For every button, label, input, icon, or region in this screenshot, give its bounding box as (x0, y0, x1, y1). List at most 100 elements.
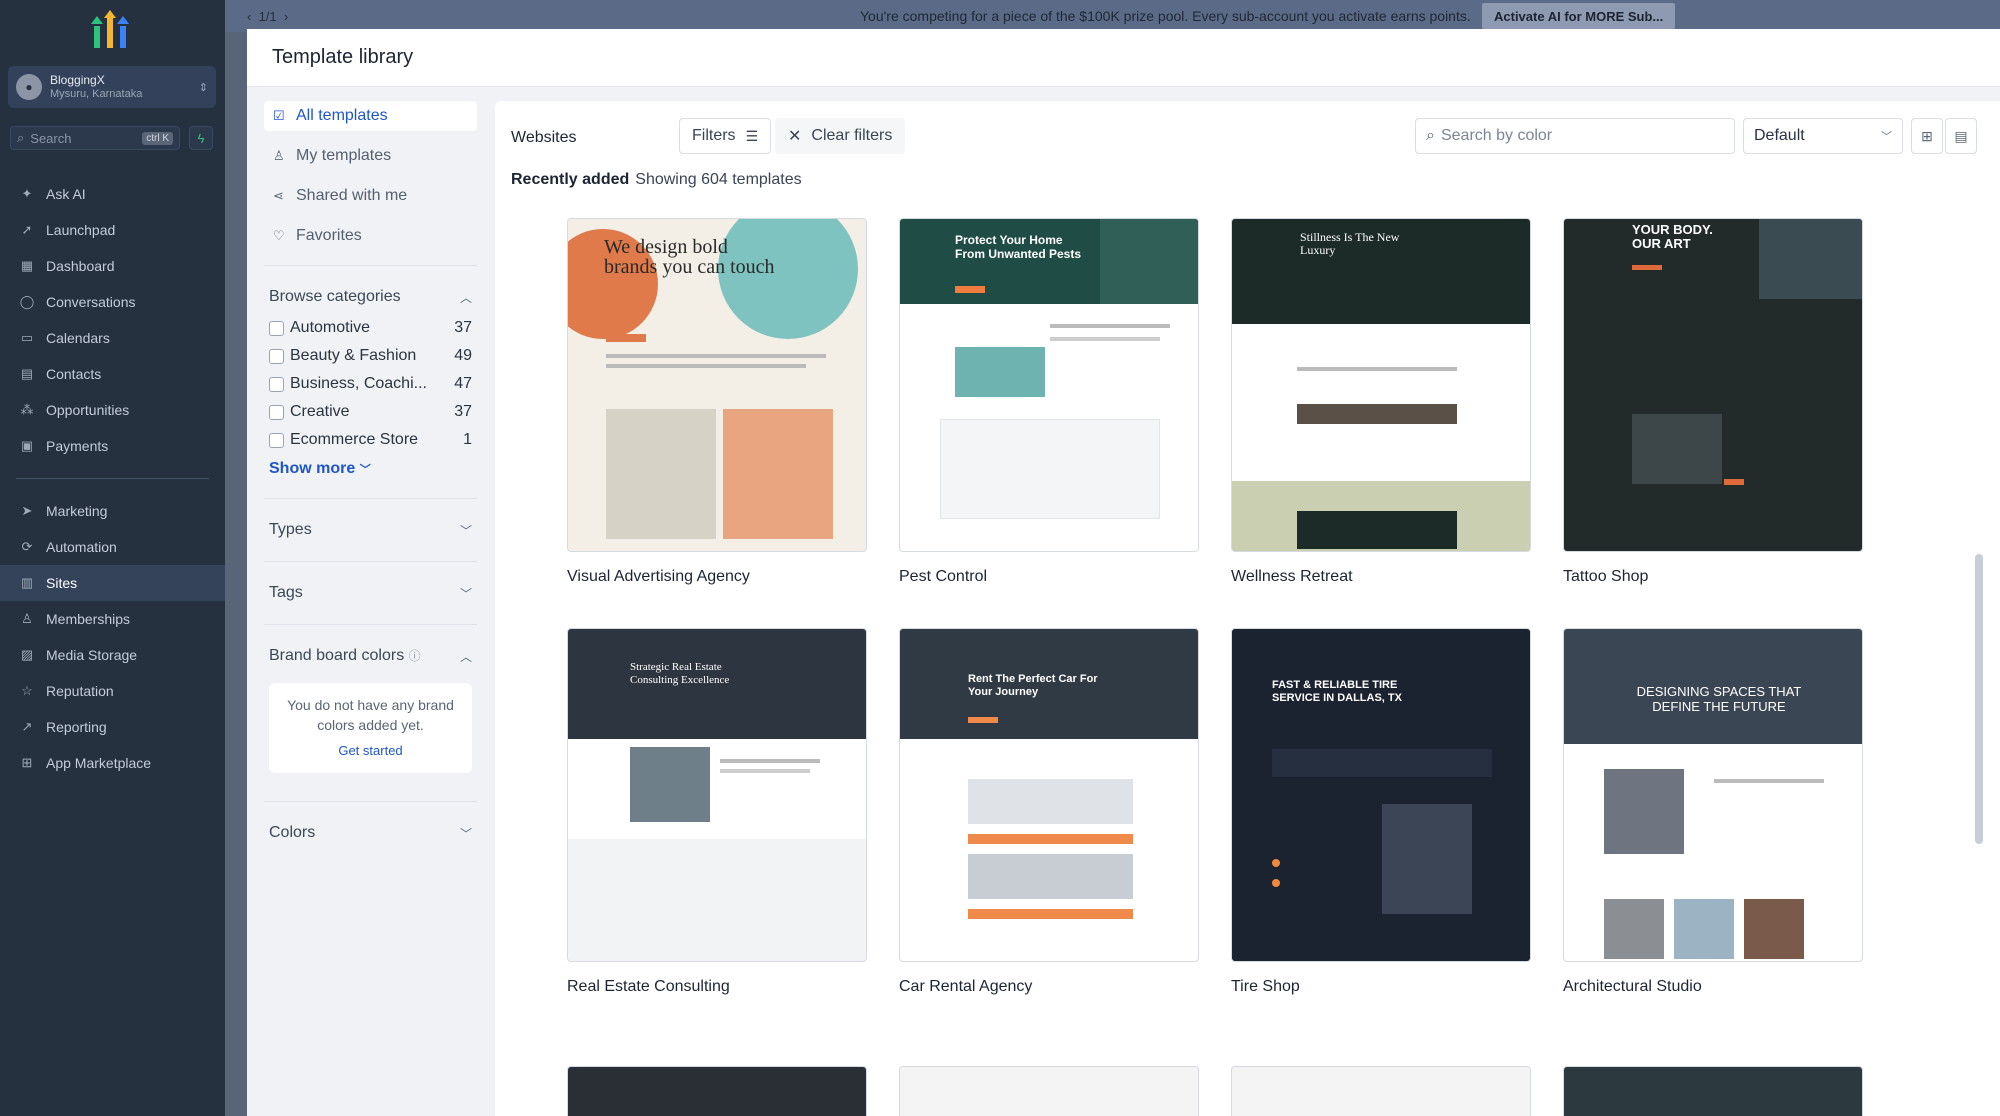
template-thumbnail[interactable]: Stillness Is The New Luxury (1231, 218, 1531, 552)
grid-view-button[interactable]: ⊞ (1911, 118, 1943, 154)
divider (264, 624, 477, 625)
account-switcher[interactable]: ● BloggingX Mysuru, Karnataka ⇕ (8, 66, 216, 108)
sites-icon: ▥ (20, 575, 34, 590)
chevron-updown-icon: ⇕ (198, 81, 208, 94)
template-card[interactable]: DESIGNING SPACES THAT DEFINE THE FUTURE … (1563, 628, 1863, 996)
checkbox[interactable] (269, 348, 284, 364)
list-icon: ▤ (1954, 127, 1968, 144)
brand-board-colors-header[interactable]: Brand board colors ⓘ ︿ (264, 639, 477, 673)
template-card[interactable]: Strategic Real Estate Consulting Excelle… (567, 628, 867, 996)
types-header[interactable]: Types ﹀ (264, 513, 477, 547)
get-started-link[interactable]: Get started (277, 741, 464, 761)
sidebar-item-marketing[interactable]: ➤ Marketing (0, 493, 225, 529)
sidebar-item-app-marketplace[interactable]: ⊞ App Marketplace (0, 745, 225, 781)
template-thumbnail[interactable] (899, 1066, 1199, 1116)
template-thumbnail[interactable] (1563, 1066, 1863, 1116)
sidebar-item-memberships[interactable]: ♙ Memberships (0, 601, 225, 637)
template-card[interactable]: Stillness Is The New Luxury Wellness Ret… (1231, 218, 1531, 586)
colors-header[interactable]: Colors ﹀ (264, 816, 477, 850)
sidebar-item-calendars[interactable]: ▭ Calendars (0, 320, 225, 356)
sidebar-search[interactable]: ⌕ Search ctrl K (10, 126, 180, 150)
announcement-pager[interactable]: ‹ 1/1 › (247, 9, 288, 24)
sidebar-item-opportunities[interactable]: ⁂ Opportunities (0, 392, 225, 428)
template-thumbnail[interactable]: Protect Your Home From Unwanted Pests (899, 218, 1199, 552)
sidebar-item-launchpad[interactable]: ➚ Launchpad (0, 212, 225, 248)
template-card[interactable]: We design bold brands you can touch Visu… (567, 218, 867, 586)
sidebar-item-automation[interactable]: ⟳ Automation (0, 529, 225, 565)
template-card[interactable] (1563, 1066, 1863, 1116)
nav-favorites[interactable]: ♡ Favorites (264, 221, 477, 251)
checkbox[interactable] (269, 432, 284, 448)
clear-filters-button[interactable]: ✕ Clear filters (775, 118, 906, 154)
sliders-icon: ☰ (745, 127, 759, 144)
template-thumbnail[interactable]: FAST & RELIABLE TIRE SERVICE IN DALLAS, … (1231, 628, 1531, 962)
search-icon: ⌕ (17, 130, 25, 145)
template-headline: DESIGNING SPACES THAT DEFINE THE FUTURE (1636, 684, 1802, 714)
rocket-icon: ➚ (21, 222, 33, 237)
sidebar-item-media-storage[interactable]: ▨ Media Storage (0, 637, 225, 673)
opportunities-icon: ⁂ (20, 402, 34, 417)
show-more-button[interactable]: Show more ﹀ (264, 454, 477, 484)
template-thumbnail[interactable] (567, 1066, 867, 1116)
category-business-coaching[interactable]: Business, Coachi... 47 (264, 370, 477, 398)
nav-my-templates[interactable]: ♙ My templates (264, 141, 477, 171)
brand-colors-empty-text: You do not have any brand colors added y… (287, 697, 454, 733)
template-card[interactable]: Rent The Perfect Car For Your Journey Ca… (899, 628, 1199, 996)
template-card[interactable]: Protect Your Home From Unwanted Pests Pe… (899, 218, 1199, 586)
browse-categories-header[interactable]: Browse categories ︿ (264, 280, 477, 314)
template-card[interactable]: FAST & RELIABLE TIRE SERVICE IN DALLAS, … (1231, 628, 1531, 996)
list-view-button[interactable]: ▤ (1945, 118, 1977, 154)
modal-header: Template library (247, 29, 2000, 87)
category-ecommerce-store[interactable]: Ecommerce Store 1 (264, 426, 477, 454)
filters-button[interactable]: Filters ☰ (679, 118, 772, 154)
category-automotive[interactable]: Automotive 37 (264, 314, 477, 342)
sidebar-item-reporting[interactable]: ↗ Reporting (0, 709, 225, 745)
recently-added-label: Recently added (511, 171, 630, 188)
sidebar-item-sites[interactable]: ▥ Sites (0, 565, 225, 601)
template-thumbnail[interactable]: Strategic Real Estate Consulting Excelle… (567, 628, 867, 962)
template-thumbnail[interactable]: DESIGNING SPACES THAT DEFINE THE FUTURE (1563, 628, 1863, 962)
template-thumbnail[interactable]: YOUR BODY. OUR ART (1563, 218, 1863, 552)
checkbox[interactable] (269, 320, 284, 336)
chevron-down-icon: ﹀ (459, 523, 472, 538)
account-avatar-icon: ● (16, 74, 42, 100)
template-card[interactable] (899, 1066, 1199, 1116)
sidebar-item-contacts[interactable]: ▤ Contacts (0, 356, 225, 392)
checkbox[interactable] (269, 376, 284, 392)
sidebar-item-reputation[interactable]: ☆ Reputation (0, 673, 225, 709)
sort-select[interactable]: Default ﹀ (1743, 118, 1903, 154)
tags-header[interactable]: Tags ﹀ (264, 576, 477, 610)
chevron-down-icon: ﹀ (459, 826, 472, 841)
template-headline: Strategic Real Estate Consulting Excelle… (630, 661, 730, 686)
category-beauty-fashion[interactable]: Beauty & Fashion 49 (264, 342, 477, 370)
nav-shared-with-me[interactable]: ⋖ Shared with me (264, 181, 477, 211)
template-thumbnail[interactable]: Rent The Perfect Car For Your Journey (899, 628, 1199, 962)
activate-ai-button[interactable]: Activate AI for MORE Sub... (1482, 3, 1676, 29)
nav-all-templates[interactable]: ☑ All templates (264, 101, 477, 131)
send-icon: ➤ (21, 503, 33, 518)
sidebar-item-ask-ai[interactable]: ✦ Ask AI (0, 176, 225, 212)
logo-icon (91, 10, 129, 48)
scrollbar[interactable] (1975, 554, 1983, 844)
sidebar-item-payments[interactable]: ▣ Payments (0, 428, 225, 464)
template-thumbnail[interactable]: We design bold brands you can touch (567, 218, 867, 552)
media-icon: ▨ (20, 647, 34, 662)
sidebar-item-dashboard[interactable]: ▦ Dashboard (0, 248, 225, 284)
sidebar-nav: ✦ Ask AI ➚ Launchpad ▦ Dashboard ◯ Conversat… (0, 176, 225, 781)
template-headline: Stillness Is The New Luxury (1300, 230, 1400, 257)
checkbox[interactable] (269, 404, 284, 420)
calendar-icon: ▭ (20, 330, 34, 345)
info-icon: ⓘ (408, 649, 421, 663)
category-creative[interactable]: Creative 37 (264, 398, 477, 426)
template-card[interactable] (567, 1066, 867, 1116)
chevron-up-icon: ︿ (459, 649, 472, 664)
search-shortcut-badge: ctrl K (142, 131, 173, 145)
showing-count: Showing 604 templates (635, 171, 802, 188)
quick-action-bolt-icon[interactable]: ϟ (189, 126, 213, 150)
template-thumbnail[interactable] (1231, 1066, 1531, 1116)
sidebar-item-conversations[interactable]: ◯ Conversations (0, 284, 225, 320)
template-card[interactable] (1231, 1066, 1531, 1116)
search-by-color-input[interactable]: ⌕ Search by color (1415, 118, 1735, 154)
template-card[interactable]: YOUR BODY. OUR ART Tattoo Shop (1563, 218, 1863, 586)
template-name: Tire Shop (1231, 978, 1300, 995)
